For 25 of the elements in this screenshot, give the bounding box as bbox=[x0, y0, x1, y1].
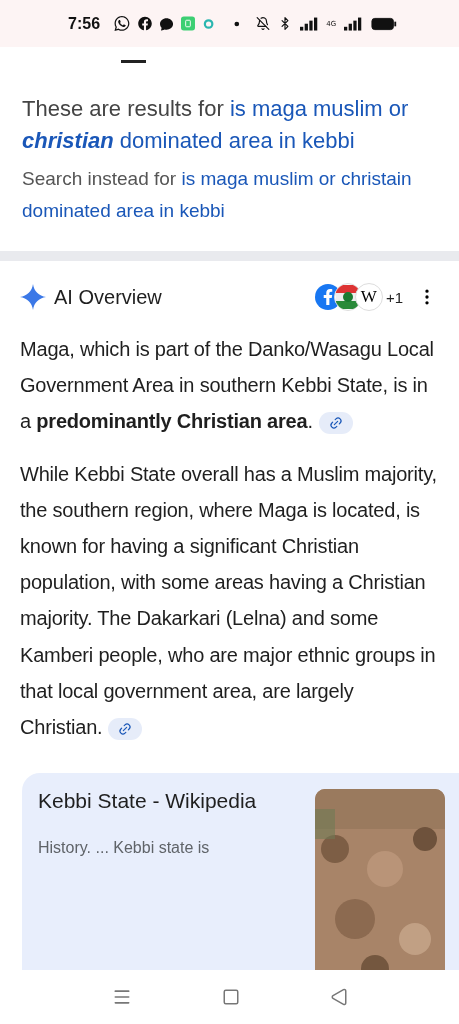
sparkle-icon bbox=[20, 284, 46, 310]
overview-paragraph: While Kebbi State overall has a Muslim majority, the southern region, where Maga is located, is known for having a significant Christian population, with some areas having a Christian majority. The Dakarkari (Lelna) and some Kamberi people, who are major ethnic groups in that local government area, are largely Christian. bbox=[20, 461, 438, 742]
back-icon[interactable] bbox=[329, 988, 348, 1006]
more-sources-count[interactable]: +1 bbox=[385, 288, 403, 306]
ai-overview-title: AI Overview bbox=[54, 285, 162, 309]
status-time: 7:56 bbox=[68, 14, 101, 33]
battery-icon bbox=[370, 16, 397, 31]
search-instead-notice[interactable]: Search instead for is maga muslim or christain dominated area in kebbi bbox=[22, 163, 437, 227]
wikipedia-logo: W bbox=[354, 283, 383, 311]
ring-icon bbox=[202, 17, 215, 30]
source-link-chip[interactable] bbox=[108, 717, 143, 740]
card-snippet: History. ... Kebbi state is bbox=[38, 839, 211, 858]
message-icon bbox=[159, 16, 173, 31]
card-title: Kebbi State - Wikipedia bbox=[38, 789, 258, 814]
facebook-icon bbox=[137, 16, 152, 31]
dot-icon bbox=[234, 20, 240, 27]
app-icon bbox=[180, 16, 195, 31]
muted-bell-icon bbox=[255, 16, 270, 31]
chat-app-icon bbox=[114, 15, 130, 32]
home-icon[interactable] bbox=[221, 988, 240, 1006]
results-for-notice[interactable]: These are results for is maga muslim or christian dominated area in kebbi bbox=[22, 93, 437, 157]
overview-paragraph: Maga, which is part of the Danko/Wasagu Local Government Area in southern Kebbi State, is in a predominantly Christian area. bbox=[20, 337, 435, 437]
signal-icon bbox=[344, 16, 363, 31]
signal-icon bbox=[299, 16, 319, 31]
source-link-chip[interactable] bbox=[318, 412, 353, 435]
